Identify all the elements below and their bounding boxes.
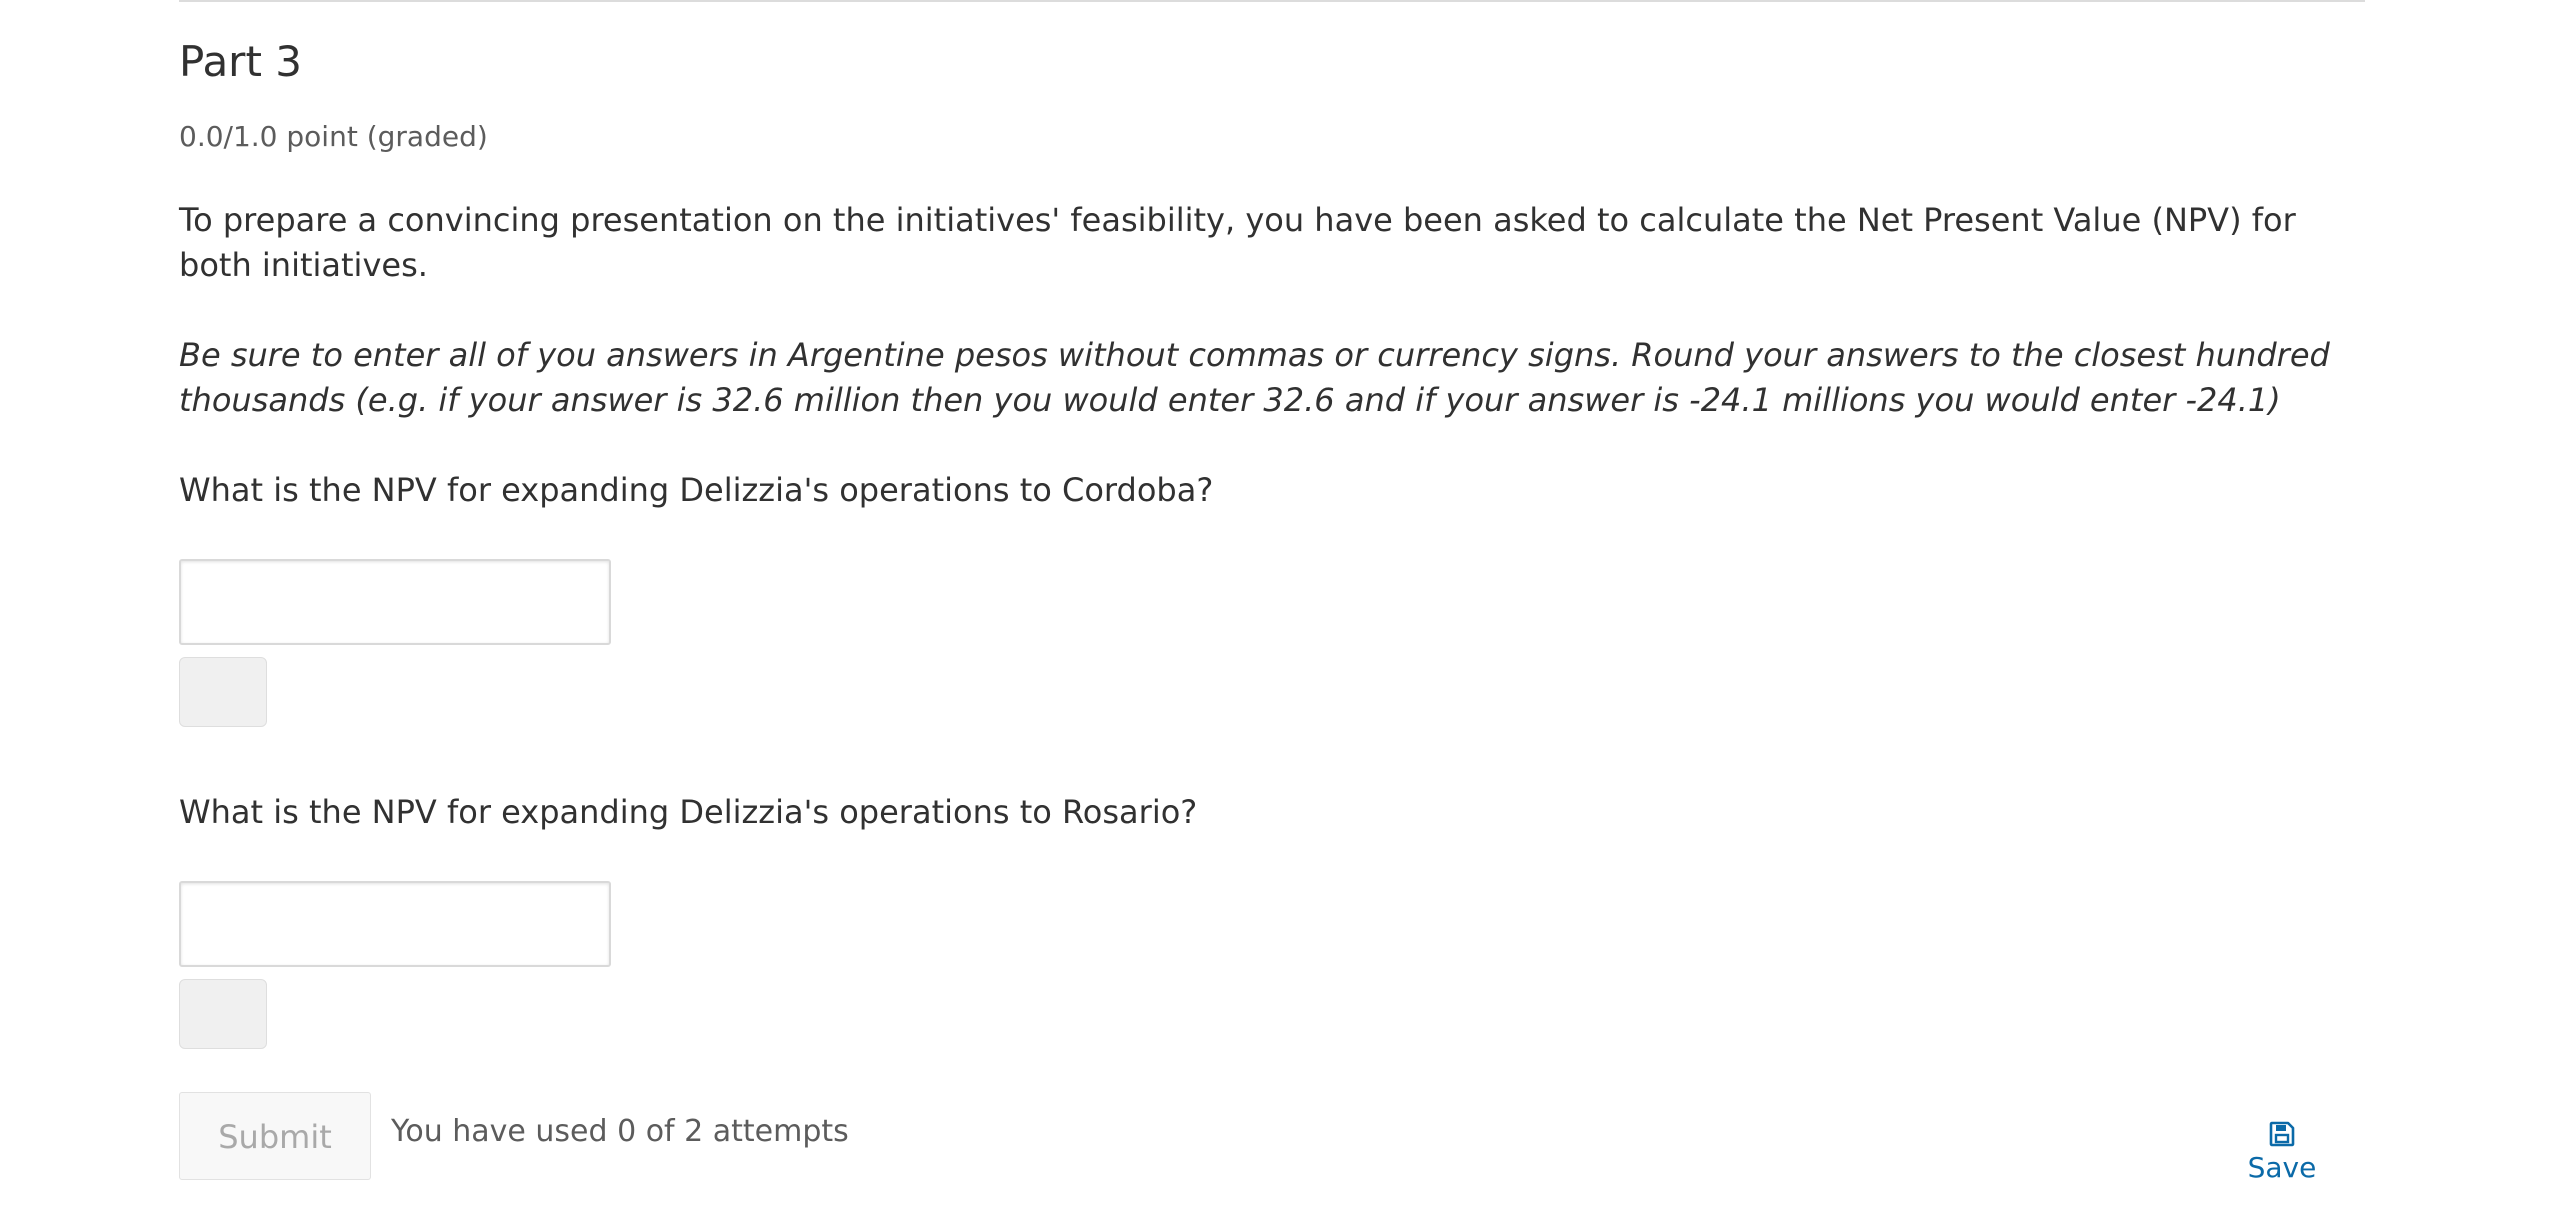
submit-button[interactable]: Submit	[179, 1092, 371, 1180]
answer-status-indicator-rosario	[179, 979, 267, 1049]
answer-input-rosario[interactable]	[179, 881, 611, 967]
problem-instructions: Be sure to enter all of you answers in A…	[179, 336, 2330, 419]
points-status: 0.0/1.0 point (graded)	[179, 120, 488, 153]
attempts-counter: You have used 0 of 2 attempts	[391, 1114, 849, 1149]
save-label: Save	[2247, 1151, 2317, 1184]
question-cordoba-prompt: What is the NPV for expanding Delizzia's…	[179, 471, 1214, 509]
answer-input-cordoba[interactable]	[179, 559, 611, 645]
problem-container: Part 3 0.0/1.0 point (graded) To prepare…	[179, 0, 2365, 1206]
save-button[interactable]: Save	[2239, 1116, 2325, 1196]
problem-title: Part 3	[179, 37, 302, 86]
answer-status-indicator-cordoba	[179, 657, 267, 727]
problem-intro: To prepare a convincing presentation on …	[179, 201, 2296, 284]
floppy-disk-icon	[2269, 1121, 2295, 1147]
top-divider	[179, 0, 2365, 2]
question-rosario-prompt: What is the NPV for expanding Delizzia's…	[179, 793, 1198, 831]
